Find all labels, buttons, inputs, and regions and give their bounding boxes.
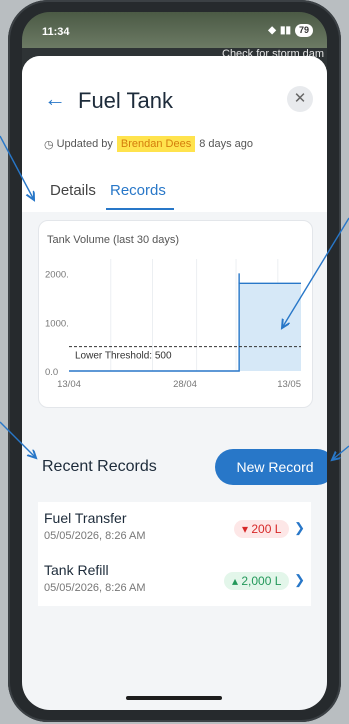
sheet-header: ← Fuel Tank ✕ ◷ Updated by Brendan Dees … (22, 56, 327, 166)
record-date: 05/05/2026, 8:26 AM (44, 582, 146, 594)
system-icons: ◆ ▮▮ 79 (268, 24, 313, 37)
increase-icon: ▴ (232, 574, 242, 588)
tab-bar: Details Records (22, 166, 327, 212)
y-tick-label: 0.0 (45, 367, 58, 378)
updated-info: ◷ Updated by Brendan Dees 8 days ago (44, 136, 253, 152)
fuel-tank-sheet: ← Fuel Tank ✕ ◷ Updated by Brendan Dees … (22, 56, 327, 710)
record-amount: 200 L (251, 522, 282, 536)
close-icon[interactable]: ✕ (287, 86, 313, 112)
record-date: 05/05/2026, 8:26 AM (44, 530, 146, 542)
record-row-fuel-transfer[interactable]: Fuel Transfer 05/05/2026, 8:26 AM ▾ 200 … (38, 502, 311, 555)
tab-records[interactable]: Records (110, 182, 166, 199)
updated-when: 8 days ago (199, 138, 254, 150)
tab-active-indicator (106, 208, 174, 210)
threshold-label: Lower Threshold: 500 (75, 351, 172, 362)
status-time: 11:34 (42, 26, 70, 38)
x-tick-label: 13/04 (57, 379, 81, 390)
record-amount: 2,000 L (241, 574, 282, 588)
phone-frame: 11:34 ◆ ▮▮ 79 Check for storm dam ← Fuel… (8, 0, 341, 722)
decrease-icon: ▾ (242, 522, 252, 536)
status-bar: 11:34 ◆ ▮▮ 79 (22, 12, 327, 48)
wifi-icon: ◆ (268, 25, 276, 36)
x-tick-label: 13/05 (277, 379, 301, 390)
signal-icon: ▮▮ (279, 25, 291, 36)
page-title: Fuel Tank (78, 88, 173, 113)
chevron-right-icon[interactable]: ❯ (294, 572, 305, 588)
updated-prefix: Updated by (56, 138, 113, 150)
record-amount-badge: ▾ 200 L (234, 520, 290, 538)
clock-icon: ◷ (44, 138, 54, 151)
y-tick-label: 1000. (45, 318, 69, 329)
chevron-right-icon[interactable]: ❯ (294, 520, 305, 536)
record-amount-badge: ▴ 2,000 L (224, 572, 290, 590)
battery-icon: 79 (294, 24, 313, 37)
tab-details[interactable]: Details (50, 182, 96, 199)
back-arrow-icon[interactable]: ← (44, 86, 66, 112)
x-tick-label: 28/04 (173, 379, 197, 390)
record-name: Tank Refill (44, 562, 109, 578)
y-tick-label: 2000. (45, 270, 69, 281)
record-row-tank-refill[interactable]: Tank Refill 05/05/2026, 8:26 AM ▴ 2,000 … (38, 554, 311, 606)
tank-volume-chart-card: Tank Volume (last 30 days) 2000. 1000. 0.0 L… (38, 220, 313, 408)
new-record-button[interactable]: New Record (215, 449, 327, 485)
phone-screen: 11:34 ◆ ▮▮ 79 Check for storm dam ← Fuel… (22, 12, 327, 710)
tank-volume-chart: Tank Volume (last 30 days) 2000. 1000. 0.0 L… (45, 234, 301, 390)
updated-user[interactable]: Brendan Dees (116, 136, 196, 152)
recent-records-title: Recent Records (42, 458, 157, 475)
chart-title: Tank Volume (last 30 days) (47, 234, 179, 246)
home-indicator[interactable] (126, 696, 222, 700)
record-name: Fuel Transfer (44, 510, 127, 526)
